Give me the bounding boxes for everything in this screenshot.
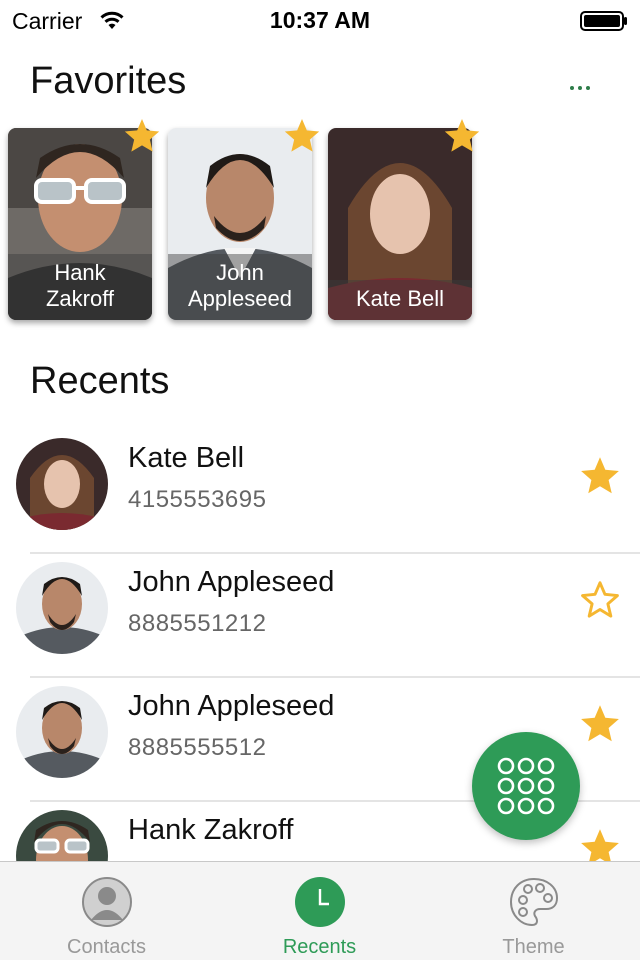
phone-number: 8885551212 — [128, 610, 267, 637]
palette-icon — [509, 877, 558, 927]
tab-recents[interactable]: Recents — [213, 862, 426, 960]
battery-icon — [580, 11, 627, 31]
tab-label: Theme — [502, 936, 565, 958]
tab-label: Contacts — [67, 936, 146, 958]
phone-number: 8885555512 — [128, 734, 267, 761]
tab-label: Recents — [282, 936, 357, 958]
dialpad-icon — [497, 757, 555, 815]
clock-icon — [294, 877, 345, 927]
contact-name: John Appleseed — [128, 566, 335, 598]
star-filled-icon[interactable] — [578, 702, 622, 746]
tab-theme[interactable]: Theme — [427, 862, 640, 960]
more-options-button[interactable] — [562, 76, 598, 100]
star-filled-icon[interactable] — [578, 454, 622, 498]
dialpad-button[interactable] — [472, 732, 580, 840]
favorite-card-john-appleseed[interactable]: John Appleseed — [168, 128, 312, 320]
contact-name: Hank Zakroff — [128, 814, 294, 846]
favorite-name: Kate Bell — [355, 286, 445, 311]
kate-bell-avatar — [16, 438, 108, 530]
star-filled-icon[interactable] — [122, 116, 162, 156]
star-filled-icon[interactable] — [282, 116, 322, 156]
favorite-name: Hank Zakroff — [45, 260, 115, 311]
phone-number: 4155553695 — [128, 486, 267, 513]
star-outline-icon[interactable] — [578, 578, 622, 622]
favorite-card-hank-zakroff[interactable]: Hank Zakroff — [8, 128, 152, 320]
contact-name: John Appleseed — [128, 690, 335, 722]
person-icon — [81, 877, 132, 927]
tab-bar: Contacts Recents Theme — [0, 861, 640, 960]
status-time: 10:37 AM — [269, 7, 371, 33]
favorite-name: John Appleseed — [188, 260, 292, 311]
favorites-title: Favorites — [30, 60, 187, 102]
favorite-card-kate-bell[interactable]: Kate Bell — [328, 128, 472, 320]
recent-row[interactable]: Kate Bell 4155553695 — [0, 430, 640, 554]
recent-row[interactable]: John Appleseed 8885551212 — [0, 554, 640, 678]
status-bar: Carrier 10:37 AM — [0, 0, 640, 40]
recents-title: Recents — [30, 360, 170, 402]
contact-name: Kate Bell — [128, 442, 245, 474]
star-filled-icon[interactable] — [442, 116, 482, 156]
john-appleseed-avatar — [16, 686, 108, 778]
tab-contacts[interactable]: Contacts — [0, 862, 213, 960]
john-appleseed-avatar — [16, 562, 108, 654]
